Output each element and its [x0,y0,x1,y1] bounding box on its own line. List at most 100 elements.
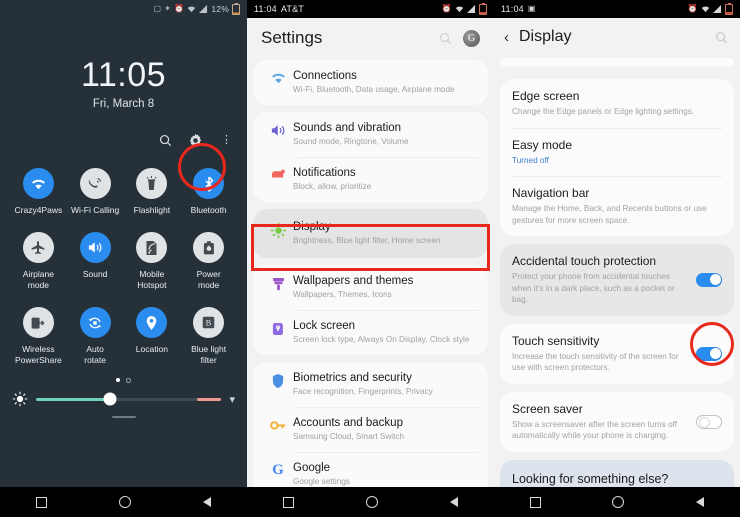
settings-item-biometrics-and-security[interactable]: Biometrics and security Face recognition… [253,362,488,407]
battery-percent: 12% [211,4,229,14]
battery-icon [725,2,733,15]
display-item-accidental-touch-protection[interactable]: Accidental touch protection Protect your… [500,244,734,316]
settings-item-sub: Brightness, Blue light filter, Home scre… [293,236,441,245]
toggle-accidental-touch-protection[interactable] [696,272,722,287]
settings-item-sub: Wi-Fi, Bluetooth, Data usage, Airplane m… [293,85,455,94]
settings-item-wallpapers-and-themes[interactable]: Wallpapers and themes Wallpapers, Themes… [253,265,488,310]
display-item-edge-screen[interactable]: Edge screen Change the Edge panels or Ed… [500,79,734,128]
display-item-title: Touch sensitivity [512,333,600,348]
location-icon [136,307,168,338]
settings-item-connections[interactable]: Connections Wi-Fi, Bluetooth, Data usage… [253,60,488,105]
looking-for-something-else-card: Looking for something else? Video enhanc… [500,459,734,487]
home-icon[interactable] [366,496,378,508]
settings-item-sub: Face recognition, Fingerprints, Privacy [293,387,433,396]
slider-thumb[interactable] [103,392,117,406]
panel-settings: 11:04 AT&T ⏰ Settings G Connections Wi-F… [247,0,494,517]
clock-date: Fri, March 8 [92,98,155,110]
nav-bar-settings [247,487,494,517]
settings-item-sub: Samsung Cloud, Smart Switch [293,432,405,441]
tile-wifi-calling[interactable]: Wi-Fi Calling [67,168,123,216]
wifi-icon [22,168,54,199]
tile-blue-light-filter[interactable]: B Blue light filter [181,307,237,366]
display-item-sub: Manage the Home, Back, and Recents butto… [512,204,707,225]
back-nav-icon[interactable] [696,497,705,507]
scroll-spacer-card [500,58,734,67]
settings-item-display[interactable]: Display Brightness, Blue light filter, H… [253,209,488,258]
page-dot-active[interactable] [116,378,120,382]
tile-label: Blue light filter [191,344,227,365]
settings-item-notifications[interactable]: Notifications Block, allow, prioritize [253,157,488,202]
tile-row: Airplane mode Sound Mobile Hotspot Power… [10,232,237,291]
settings-item-title: Google [293,462,331,474]
tile-label: Flashlight [133,205,171,215]
looking-title: Looking for something else? [512,471,669,486]
clock-time: 11:05 [80,56,167,94]
display-screen: ‹ Display Edge screen Change the Edge pa… [494,18,740,487]
brightness-slider-row: ▾ [0,383,247,407]
page-title: Settings [261,28,323,47]
settings-item-title: Notifications [293,167,356,179]
settings-item-google[interactable]: G Google Google settings [253,452,488,487]
tile-wireless-powershare[interactable]: Wireless PowerShare [10,307,66,366]
highlight-circle-touch-sensitivity [690,322,734,366]
display-item-sub: Protect your phone from accidental touch… [512,272,675,304]
display-item-sub: Increase the touch sensitivity of the sc… [512,351,679,373]
settings-item-sounds-and-vibration[interactable]: Sounds and vibration Sound mode, Rington… [253,112,488,157]
page-dot[interactable] [126,378,131,383]
recents-icon[interactable] [36,496,47,508]
display-item-status: Turned off [512,155,549,165]
quick-panel-body: 11:05 Fri, March 8 ⋮ Crazy4Paws Wi-Fi Ca… [0,18,247,517]
key-icon [263,416,293,433]
more-icon[interactable]: ⋮ [221,134,233,146]
tile-power-mode[interactable]: Power mode [181,232,237,291]
toggle-screen-saver[interactable] [696,414,722,429]
slider-fill [36,397,114,401]
recents-icon[interactable] [529,496,541,508]
screenshot-icon: ▣ [527,4,536,13]
brightness-slider[interactable] [36,392,222,406]
chevron-down-icon[interactable]: ▾ [229,393,235,406]
tile-label: Location [135,344,168,354]
search-icon[interactable] [715,31,728,44]
back-nav-icon[interactable] [450,497,458,507]
panel-quick-settings: ▢ ✶ ⏰ 12% 11:05 Fri, March 8 ⋮ Crazy4Paw… [0,0,247,517]
blue-light-filter-icon: B [193,307,225,338]
bluetooth-icon: ✶ [164,4,172,13]
lockscreen-clock-block: 11:05 Fri, March 8 [0,18,247,110]
settings-item-lock-screen[interactable]: Lock screen Screen lock type, Always On … [253,310,488,355]
settings-item-accounts-and-backup[interactable]: Accounts and backup Samsung Cloud, Smart… [253,407,488,452]
tile-airplane-mode[interactable]: Airplane mode [10,232,66,291]
battery-icon [479,2,487,15]
shield-icon [263,371,293,389]
recents-icon[interactable] [283,496,294,508]
signal-icon [713,5,722,13]
drag-handle[interactable] [111,416,136,418]
search-icon[interactable] [159,134,172,147]
google-icon: G [272,462,284,478]
display-item-screen-saver[interactable]: Screen saver Show a screensaver after th… [500,392,734,452]
brightness-icon [12,391,28,407]
display-item-easy-mode[interactable]: Easy mode Turned off [500,127,734,177]
tile-auto-rotate[interactable]: Auto rotate [67,307,123,366]
sound-icon [79,232,111,263]
tile-mobile-hotspot[interactable]: Mobile Hotspot [124,232,180,291]
speaker-icon [263,121,293,138]
back-icon[interactable]: ‹ [504,30,509,45]
back-nav-icon[interactable] [203,497,211,507]
tile-flashlight[interactable]: Flashlight [124,168,180,216]
tile-crazy4paws[interactable]: Crazy4Paws [10,168,66,216]
display-item-navigation-bar[interactable]: Navigation bar Manage the Home, Back, an… [500,176,734,236]
home-icon[interactable] [612,496,625,508]
tile-location[interactable]: Location [124,307,180,366]
settings-item-title: Display [293,221,331,233]
home-icon[interactable] [119,496,131,508]
nav-bar-quick [0,487,247,517]
tile-sound[interactable]: Sound [67,232,123,291]
display-item-sub: Change the Edge panels or Edge lighting … [512,107,695,116]
alarm-icon: ⏰ [174,4,185,13]
tile-label: Crazy4Paws [14,205,63,215]
page-title: Display [519,28,572,45]
avatar[interactable]: G [463,29,480,47]
search-icon[interactable] [439,32,452,45]
settings-screen: Settings G Connections Wi-Fi, Bluetooth,… [247,18,494,487]
